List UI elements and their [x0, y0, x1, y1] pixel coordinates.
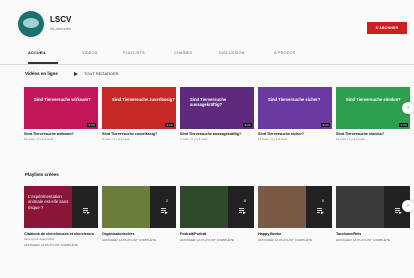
avatar[interactable] — [18, 11, 44, 37]
video-title[interactable]: Sind Tierversuche aussagekräftig? — [180, 132, 254, 136]
video-meta: 9 vues • il y a 3 mois — [102, 137, 130, 142]
play-icon — [74, 71, 78, 76]
playlist-title[interactable]: Portrait/Porträt — [180, 232, 254, 236]
view-full-playlist-link[interactable]: AFFICHER LA PLAYLIST COMPLÈTE — [24, 243, 98, 247]
thumbnail-text: Sind Tierversuche zuverlässig? — [112, 97, 175, 102]
playlist-meta: Mise à jour aujourd'hui — [24, 237, 55, 242]
tab-videos[interactable]: VIDÉOS — [82, 51, 98, 55]
duration-badge: 0:24 — [399, 123, 408, 127]
playlist-icon — [83, 208, 90, 214]
subscribe-button[interactable]: S'ABONNER — [367, 22, 407, 34]
playlist-icon — [161, 208, 168, 214]
play-all-button[interactable]: TOUT REGARDER — [74, 71, 119, 76]
playlist-thumbnail[interactable] — [336, 186, 410, 228]
tab-about[interactable]: À PROPOS — [274, 51, 295, 55]
video-meta: 7 vues • il y a 3 mois — [180, 137, 208, 142]
cover-text: L'expérimentation animale est-elle sans … — [28, 194, 69, 210]
video-meta: 12 vues • il y a 3 mois — [24, 137, 54, 142]
subscriber-count: 96 abonnés — [50, 26, 71, 31]
duration-badge: 0:24 — [165, 123, 174, 127]
channel-page: LSCV 96 abonnés S'ABONNER ACCUEIL VIDÉOS… — [0, 0, 414, 278]
tab-discussion[interactable]: DISCUSSION — [219, 51, 245, 55]
playlist-count: 2 — [165, 198, 168, 203]
playlist-cover — [336, 186, 384, 228]
view-full-playlist-link[interactable]: AFFICHER LA PLAYLIST COMPLÈTE — [102, 238, 176, 242]
duration-badge: 0:24 — [243, 123, 252, 127]
playlist-cover — [102, 186, 150, 228]
video-card[interactable]: Sind Tierversuche zuverlässig? 0:24 Sind… — [102, 87, 176, 141]
video-thumbnail[interactable]: Sind Tierversuche aussagekräftig? 0:24 — [180, 87, 254, 129]
video-thumbnail[interactable]: Sind Tierversuche sicher? 0:24 — [258, 87, 332, 129]
playlist-card[interactable]: 2 Organisatorisches AFFICHER LA PLAYLIST… — [102, 186, 176, 242]
playlist-card[interactable]: L'expérimentation animale est-elle sans … — [24, 186, 98, 247]
video-title[interactable]: Sind Tierversuche wirksam? — [24, 132, 98, 136]
video-title[interactable]: Sind Tierversuche zuverlässig? — [102, 132, 176, 136]
view-full-playlist-link[interactable]: AFFICHER LA PLAYLIST COMPLÈTE — [180, 238, 254, 242]
playlist-card[interactable]: 8 Portrait/Porträt AFFICHER LA PLAYLIST … — [180, 186, 254, 242]
playlist-title[interactable]: Citations de chercheuses et chercheurs — [24, 232, 98, 236]
playlist-card[interactable]: 5 Happy Beehe AFFICHER LA PLAYLIST COMPL… — [258, 186, 332, 242]
view-full-playlist-link[interactable]: AFFICHER LA PLAYLIST COMPLÈTE — [336, 238, 410, 242]
playlist-side-panel: 8 — [228, 186, 254, 228]
thumbnail-text: Sind Tierversuche sicher? — [268, 97, 321, 102]
active-tab-indicator — [28, 62, 58, 64]
tab-channels[interactable]: CHAÎNES — [174, 51, 192, 55]
playlist-cover — [258, 186, 306, 228]
playlist-count: 8 — [243, 198, 246, 203]
playlist-thumbnail[interactable]: 5 — [258, 186, 332, 228]
playlist-thumbnail[interactable]: 2 — [102, 186, 176, 228]
chevron-right-icon[interactable]: › — [402, 200, 414, 212]
video-thumbnail[interactable]: Sind Tierversuche sinnlos? 0:24 — [336, 87, 410, 129]
thumbnail-text: Sind Tierversuche aussagekräftig? — [190, 97, 227, 107]
video-card[interactable]: Sind Tierversuche aussagekräftig? 0:24 S… — [180, 87, 254, 141]
playlist-title[interactable]: Organisatorisches — [102, 232, 176, 236]
video-meta: 18 vues • il y a 3 mois — [258, 137, 288, 142]
video-card[interactable]: Sind Tierversuche wirksam? 0:24 Sind Tie… — [24, 87, 98, 141]
channel-tabs: ACCUEIL VIDÉOS PLAYLISTS CHAÎNES DISCUSS… — [0, 44, 414, 101]
playlist-thumbnail[interactable]: 8 — [180, 186, 254, 228]
video-thumbnail[interactable]: Sind Tierversuche wirksam? 0:24 — [24, 87, 98, 129]
thumbnail-text: Sind Tierversuche sinnlos? — [346, 97, 401, 102]
playlist-card[interactable]: Tourisme/Reis AFFICHER LA PLAYLIST COMPL… — [336, 186, 410, 242]
playlist-icon — [317, 208, 324, 214]
video-card[interactable]: Sind Tierversuche sicher? 0:24 Sind Tier… — [258, 87, 332, 141]
chevron-right-icon[interactable]: › — [402, 102, 414, 114]
video-title[interactable]: Sind Tierversuche sicher? — [258, 132, 332, 136]
playlist-cover: L'expérimentation animale est-elle sans … — [24, 186, 72, 228]
playlist-side-panel: 2 — [150, 186, 176, 228]
duration-badge: 0:24 — [321, 123, 330, 127]
playlist-icon — [395, 208, 402, 214]
channel-name: LSCV — [50, 15, 72, 24]
tab-home[interactable]: ACCUEIL — [28, 51, 46, 55]
playlist-side-panel: 5 — [306, 186, 332, 228]
section-title-playlists: Playlists créées — [25, 172, 59, 177]
video-title[interactable]: Sind Tierversuche sinnlos? — [336, 132, 410, 136]
section-title-videos: Vidéos en ligne — [25, 71, 58, 76]
playlist-title[interactable]: Tourisme/Reis — [336, 232, 410, 236]
channel-header: LSCV 96 abonnés S'ABONNER — [0, 0, 414, 44]
playlist-thumbnail[interactable]: L'expérimentation animale est-elle sans … — [24, 186, 98, 228]
playlist-title[interactable]: Happy Beehe — [258, 232, 332, 236]
video-card[interactable]: Sind Tierversuche sinnlos? 0:24 Sind Tie… — [336, 87, 410, 141]
duration-badge: 0:24 — [87, 123, 96, 127]
view-full-playlist-link[interactable]: AFFICHER LA PLAYLIST COMPLÈTE — [258, 238, 332, 242]
playlist-side-panel — [72, 186, 98, 228]
playlist-count: 5 — [321, 198, 324, 203]
tab-playlists[interactable]: PLAYLISTS — [123, 51, 145, 55]
play-all-label: TOUT REGARDER — [84, 71, 119, 76]
playlist-cover — [180, 186, 228, 228]
playlist-icon — [239, 208, 246, 214]
video-meta: 11 vues • il y a 3 mois — [336, 137, 365, 142]
thumbnail-text: Sind Tierversuche wirksam? — [34, 97, 91, 102]
video-thumbnail[interactable]: Sind Tierversuche zuverlässig? 0:24 — [102, 87, 176, 129]
